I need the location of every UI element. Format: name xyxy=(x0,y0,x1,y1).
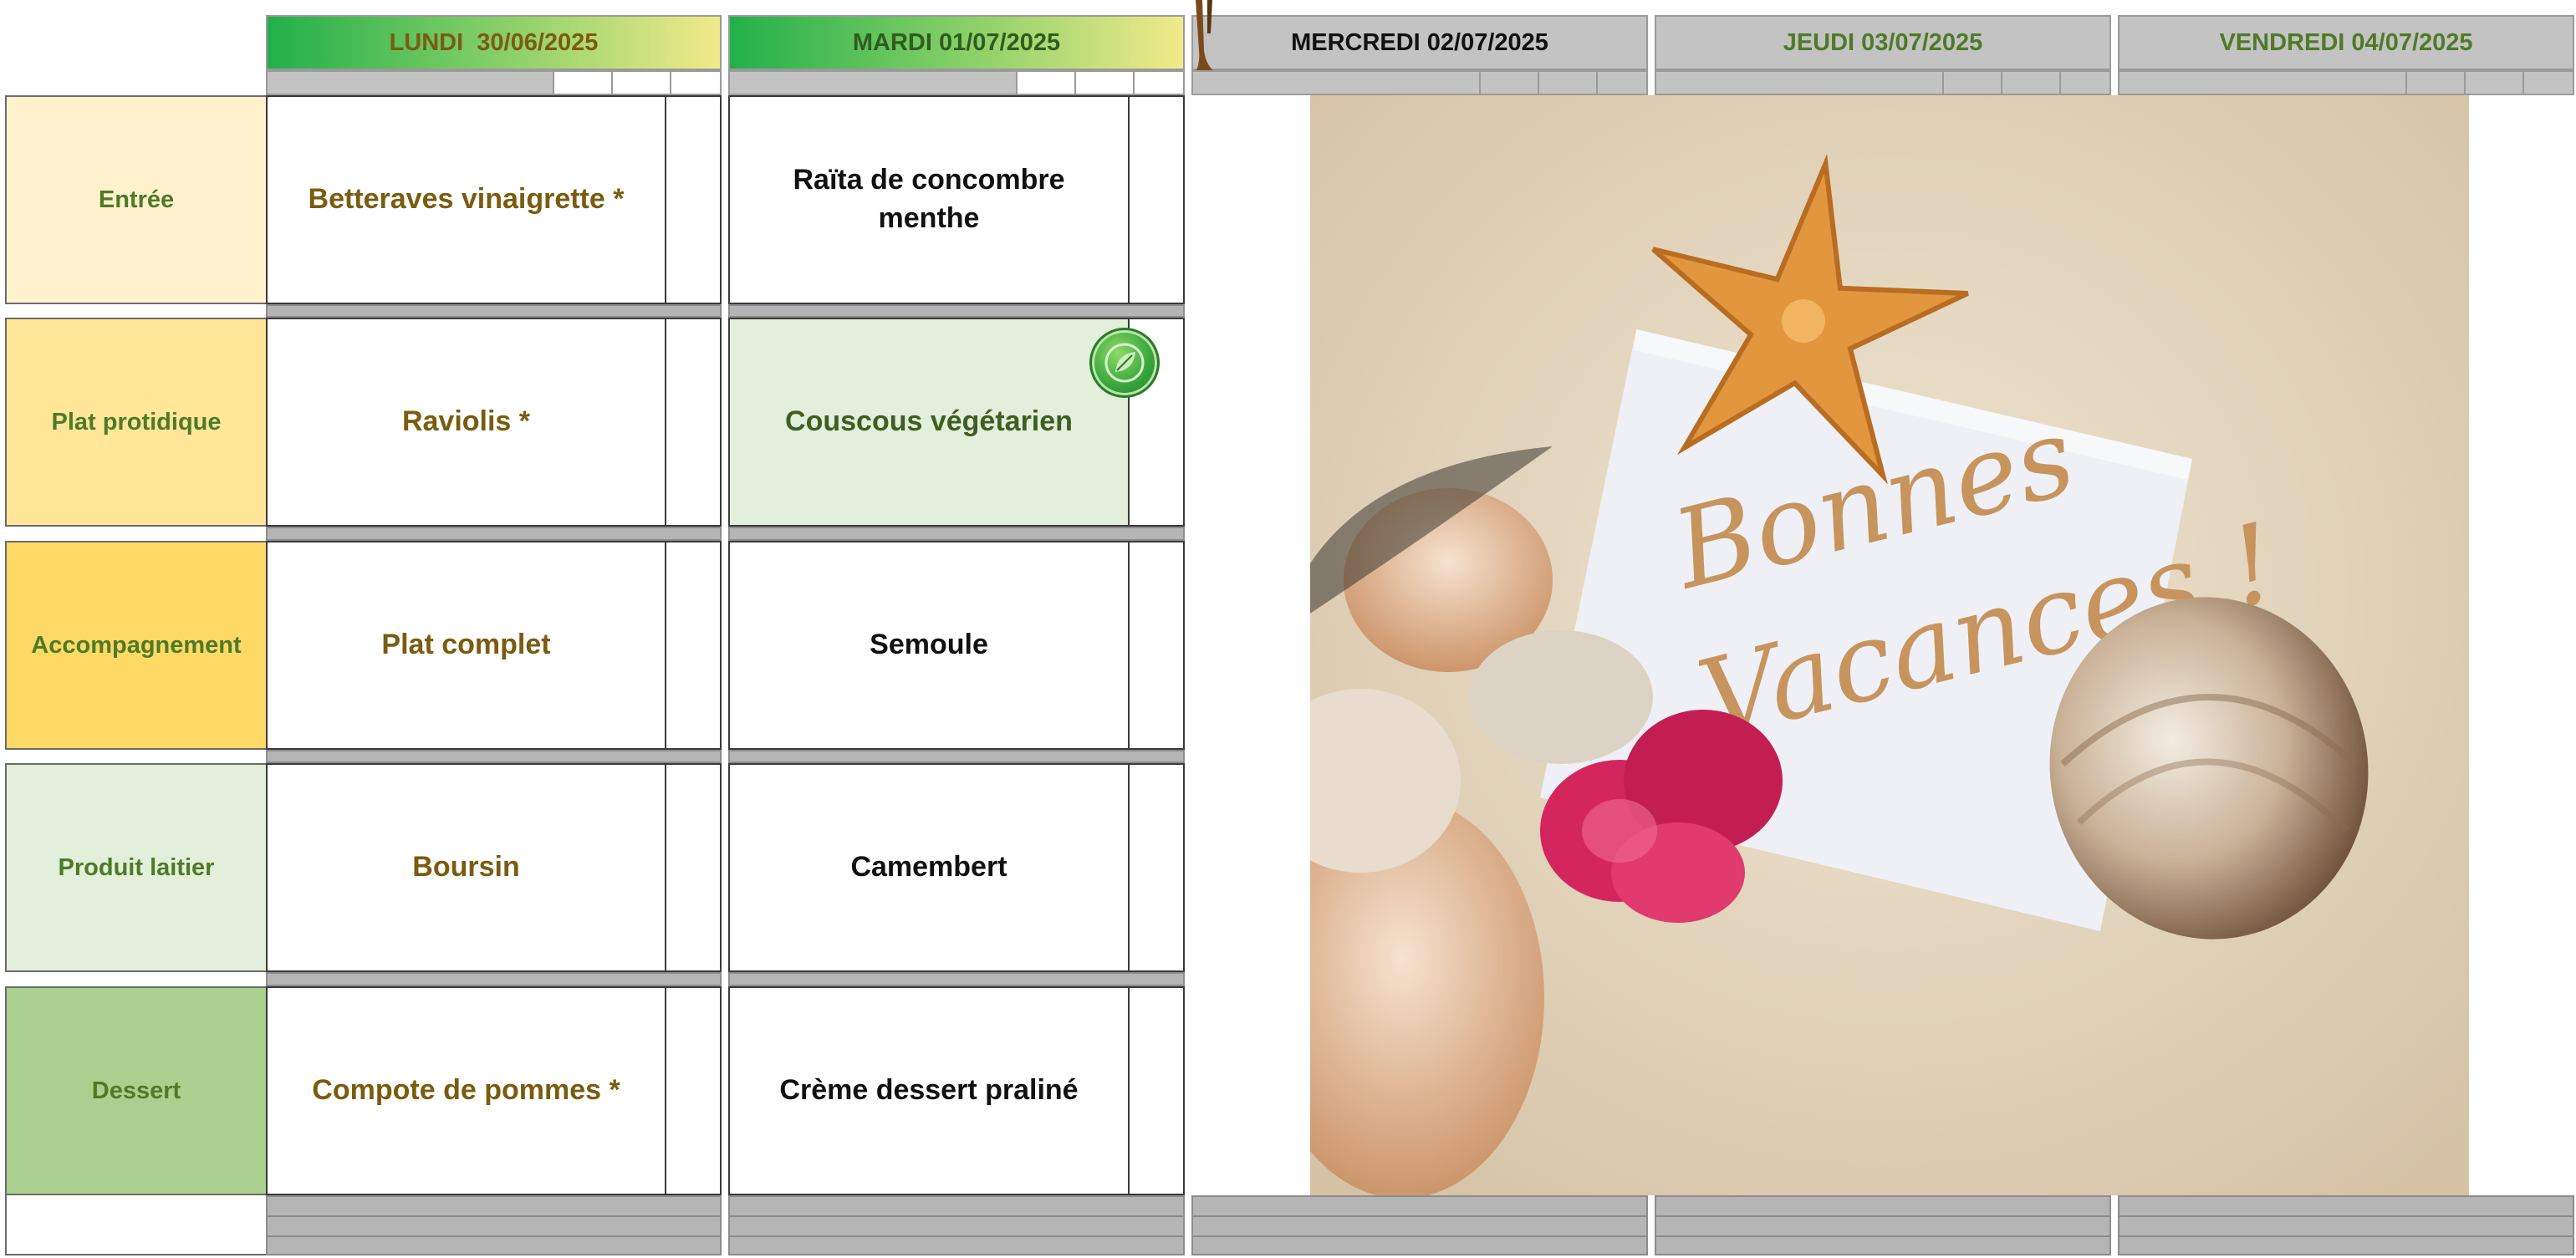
day-label: LUNDI 30/06/2025 xyxy=(389,28,599,56)
subbar-jeudi xyxy=(1655,70,2111,95)
row-separator xyxy=(266,750,722,763)
subbar-lundi xyxy=(266,70,722,95)
footer-bar-lundi xyxy=(266,1195,722,1255)
category-plat-protidique: Plat protidique xyxy=(5,318,268,527)
menu-cell-mardi-laitier: Camembert xyxy=(728,763,1185,972)
dish-name: Boursin xyxy=(412,851,520,884)
day-header-mercredi: MERCREDI 02/07/2025 xyxy=(1191,15,1648,70)
footer-bar-mardi xyxy=(728,1195,1185,1255)
menu-cell-mardi-entree: Raïta de concombre menthe xyxy=(728,95,1185,304)
footer-bar-jeudi xyxy=(1655,1195,2111,1255)
dish-name: Crème dessert praliné xyxy=(779,1074,1079,1107)
menu-cell-lundi-dessert: Compote de pommes * xyxy=(266,986,722,1195)
row-separator xyxy=(728,750,1185,763)
menu-cell-lundi-accompagnement: Plat complet xyxy=(266,541,722,750)
footer-bar-vendredi xyxy=(2118,1195,2574,1255)
day-label: MARDI 01/07/2025 xyxy=(852,28,1061,56)
footer-bar-mercredi xyxy=(1191,1195,1648,1255)
dish-name: Plat complet xyxy=(381,629,551,661)
row-separator xyxy=(266,527,722,541)
category-dessert: Dessert xyxy=(5,986,268,1195)
day-label: MERCREDI 02/07/2025 xyxy=(1291,28,1548,56)
category-label: Accompagnement xyxy=(31,631,242,659)
row-separator xyxy=(728,304,1185,318)
day-header-lundi: LUNDI 30/06/2025 xyxy=(266,15,722,70)
menu-cell-mardi-accompagnement: Semoule xyxy=(728,541,1185,750)
category-label: Plat protidique xyxy=(51,408,222,435)
dish-name: Betteraves vinaigrette * xyxy=(308,183,625,216)
dish-name: Raïta de concombre menthe xyxy=(793,164,1065,234)
menu-cell-mardi-dessert: Crème dessert praliné xyxy=(728,986,1185,1195)
menu-cell-lundi-plat: Raviolis * xyxy=(266,318,722,527)
category-label: Entrée xyxy=(98,186,175,213)
row-separator xyxy=(266,304,722,318)
category-accompagnement: Accompagnement xyxy=(5,541,268,750)
subbar-mardi xyxy=(728,70,1185,95)
category-label: Produit laitier xyxy=(58,853,215,881)
day-header-vendredi: VENDREDI 04/07/2025 xyxy=(2118,15,2574,70)
dish-name: Couscous végétarien xyxy=(730,319,1128,525)
day-header-jeudi: JEUDI 03/07/2025 xyxy=(1655,15,2111,70)
dish-name: Camembert xyxy=(850,851,1007,884)
menu-cell-lundi-entree: Betteraves vinaigrette * xyxy=(266,95,722,304)
category-produit-laitier: Produit laitier xyxy=(5,763,268,972)
leaf-badge-icon xyxy=(1089,328,1160,398)
day-label: JEUDI 03/07/2025 xyxy=(1783,28,1983,56)
subbar-vendredi xyxy=(2118,70,2574,95)
row-separator xyxy=(728,972,1185,986)
dish-name: Raviolis * xyxy=(401,405,531,438)
tree-trunk-decoration xyxy=(1186,0,1226,80)
dish-name: Compote de pommes * xyxy=(312,1074,620,1107)
category-footer-blank xyxy=(5,1195,268,1255)
row-separator xyxy=(266,972,722,986)
menu-cell-lundi-laitier: Boursin xyxy=(266,763,722,972)
subbar-mercredi xyxy=(1191,70,1648,95)
day-header-mardi: MARDI 01/07/2025 xyxy=(728,15,1185,70)
day-label: VENDREDI 04/07/2025 xyxy=(2219,28,2473,56)
category-label: Dessert xyxy=(91,1077,181,1104)
vacation-image: Bonnes Vacances ! xyxy=(1310,95,2469,1195)
row-separator xyxy=(728,527,1185,541)
category-entree: Entrée xyxy=(5,95,268,304)
dish-name: Semoule xyxy=(870,629,988,661)
